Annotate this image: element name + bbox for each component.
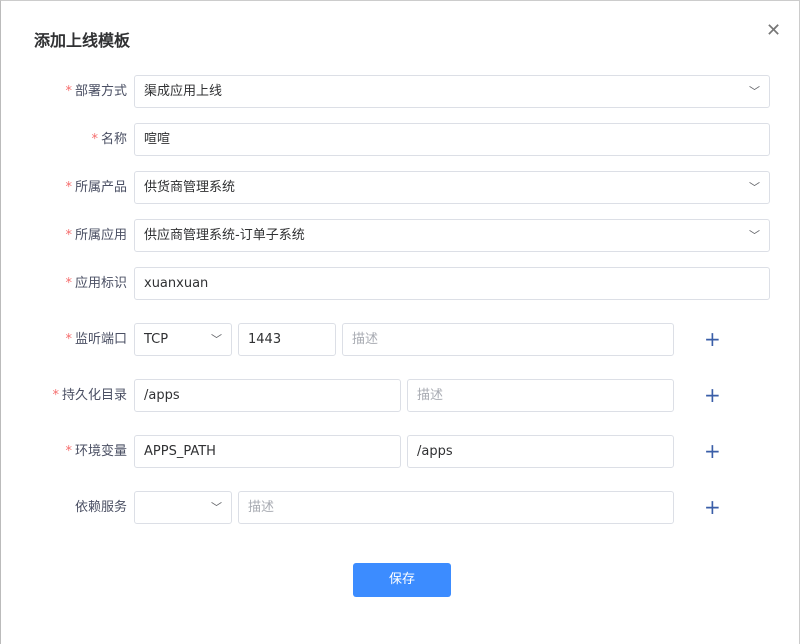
product-select[interactable]: 供货商管理系统 ﹀ [134, 171, 770, 204]
deps-select[interactable]: ﹀ [134, 491, 232, 524]
add-port-button[interactable]: + [704, 323, 721, 356]
port-input[interactable]: 1443 [238, 323, 336, 356]
required-mark: * [52, 388, 59, 403]
deploy-select[interactable]: 渠成应用上线 ﹀ [134, 75, 770, 108]
row-persist: * 持久化目录 /apps 描述 + [1, 379, 800, 412]
add-persist-button[interactable]: + [704, 379, 721, 412]
required-mark: * [65, 276, 72, 291]
label-env: 环境变量 [74, 444, 127, 459]
required-mark: * [91, 132, 98, 147]
label-port: 监听端口 [74, 332, 127, 347]
required-mark: * [65, 444, 72, 459]
product-value: 供货商管理系统 [144, 180, 236, 195]
row-app-id: * 应用标识 xuanxuan [1, 267, 800, 300]
add-env-button[interactable]: + [704, 435, 721, 468]
deploy-value: 渠成应用上线 [144, 84, 223, 99]
env-key-input[interactable]: APPS_PATH [134, 435, 401, 468]
save-button[interactable]: 保存 [353, 563, 451, 597]
add-template-dialog: 添加上线模板 ✕ * 部署方式 渠成应用上线 ﹀ * 名称 喧喧 * 所属产品 供货商管… [0, 0, 800, 644]
row-port: * 监听端口 TCP ﹀ 1443 描述 + [1, 323, 800, 356]
required-mark: * [65, 228, 72, 243]
label-persist: 持久化目录 [61, 388, 127, 403]
protocol-value: TCP [144, 332, 169, 347]
protocol-select[interactable]: TCP ﹀ [134, 323, 232, 356]
required-mark: * [65, 84, 72, 99]
chevron-down-icon: ﹀ [211, 501, 222, 514]
app-select[interactable]: 供应商管理系统-订单子系统 ﹀ [134, 219, 770, 252]
chevron-down-icon: ﹀ [749, 229, 760, 242]
required-mark: * [65, 332, 72, 347]
label-deploy: 部署方式 [74, 84, 127, 99]
row-app: * 所属应用 供应商管理系统-订单子系统 ﹀ [1, 219, 800, 252]
dialog-title: 添加上线模板 [34, 31, 131, 50]
deps-desc-input[interactable]: 描述 [238, 491, 674, 524]
label-name: 名称 [100, 132, 127, 147]
row-env: * 环境变量 APPS_PATH /apps + [1, 435, 800, 468]
chevron-down-icon: ﹀ [749, 85, 760, 98]
row-deploy: * 部署方式 渠成应用上线 ﹀ [1, 75, 800, 108]
label-product: 所属产品 [74, 180, 127, 195]
env-value-input[interactable]: /apps [407, 435, 674, 468]
persist-desc-input[interactable]: 描述 [407, 379, 674, 412]
app-id-input[interactable]: xuanxuan [134, 267, 770, 300]
close-icon[interactable]: ✕ [766, 20, 781, 41]
chevron-down-icon: ﹀ [211, 333, 222, 346]
label-deps: 依赖服务 [74, 500, 127, 515]
row-deps: 依赖服务 ﹀ 描述 + [1, 491, 800, 524]
row-product: * 所属产品 供货商管理系统 ﹀ [1, 171, 800, 204]
name-input[interactable]: 喧喧 [134, 123, 770, 156]
label-app: 所属应用 [74, 228, 127, 243]
row-name: * 名称 喧喧 [1, 123, 800, 156]
add-deps-button[interactable]: + [704, 491, 721, 524]
label-app-id: 应用标识 [74, 276, 127, 291]
chevron-down-icon: ﹀ [749, 181, 760, 194]
required-mark: * [65, 180, 72, 195]
app-value: 供应商管理系统-订单子系统 [144, 228, 305, 243]
port-desc-input[interactable]: 描述 [342, 323, 674, 356]
persist-path-input[interactable]: /apps [134, 379, 401, 412]
